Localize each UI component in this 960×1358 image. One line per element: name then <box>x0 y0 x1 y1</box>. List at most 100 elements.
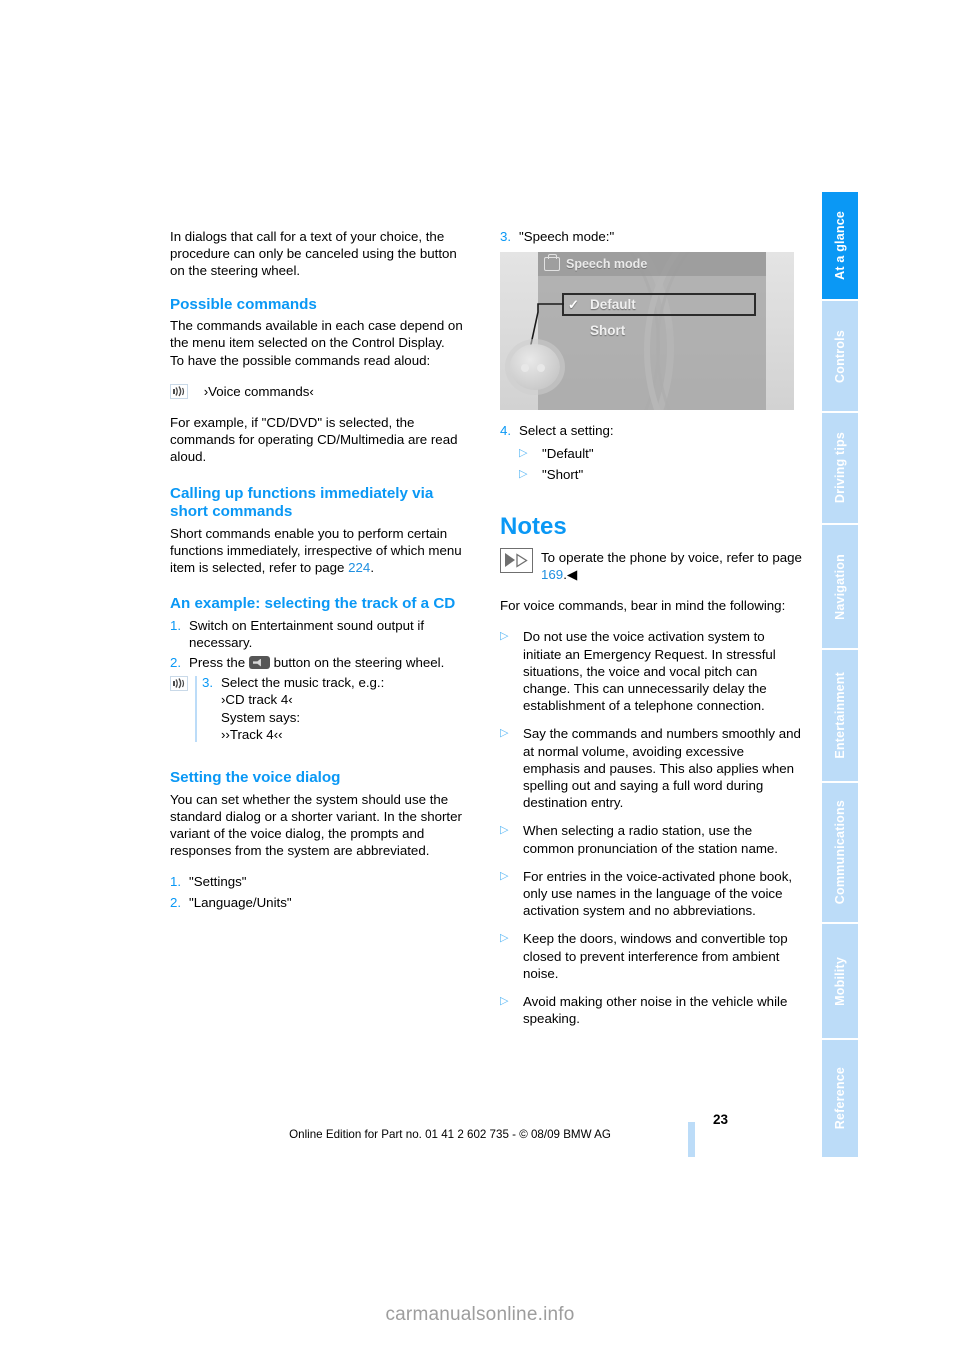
step-item-3-group: 3. Select the music track, e.g.: ›CD tra… <box>170 674 472 743</box>
sidebar-tab-mobility[interactable]: Mobility <box>822 924 858 1040</box>
watermark: carmanualsonline.info <box>385 1304 575 1325</box>
bullet-text: Avoid making other noise in the vehicle … <box>523 994 788 1027</box>
imprint-text: Online Edition for Part no. 01 41 2 602 … <box>289 1128 611 1141</box>
step4-options-list: ▷ "Default" ▷ "Short" <box>519 445 802 482</box>
footer-blue-rule <box>688 1122 695 1157</box>
list-item: ▷ "Default" <box>519 445 802 462</box>
list-item: ▷ When selecting a radio station, use th… <box>500 822 802 856</box>
sidebar-tab-label: Controls <box>832 329 847 383</box>
step-number: 4. <box>500 423 512 439</box>
triangle-bullet-icon: ▷ <box>500 630 509 643</box>
section-tabs-sidebar: At a glance Controls Driving tips Naviga… <box>822 192 858 1157</box>
step-number: 3. <box>500 229 512 244</box>
manual-page: At a glance Controls Driving tips Naviga… <box>0 0 960 1358</box>
step2-text-post: button on the steering wheel. <box>269 655 445 671</box>
list-item: ▷ Avoid making other noise in the vehicl… <box>500 993 802 1027</box>
step-item-4: 4. Select a setting: <box>500 422 802 439</box>
left-text-column: In dialogs that call for a text of your … <box>170 228 472 914</box>
page-number: 23 <box>712 1112 728 1127</box>
control-display-option-default[interactable]: ✓ Default <box>562 293 756 317</box>
sidebar-tab-at-a-glance[interactable]: At a glance <box>822 192 858 301</box>
sidebar-tab-label: Entertainment <box>832 672 847 759</box>
bullet-text: For entries in the voice-activated phone… <box>523 868 793 919</box>
bullet-text: Do not use the voice activation system t… <box>523 629 776 714</box>
sidebar-tab-label: Communications <box>832 800 847 905</box>
sidebar-tab-entertainment[interactable]: Entertainment <box>822 650 858 783</box>
heading-notes: Notes <box>500 512 567 540</box>
voice-command-text: ›Voice commands‹ <box>203 383 314 399</box>
step-number: 3. <box>202 675 214 691</box>
step-item-2: 2. "Language/Units" <box>170 894 472 911</box>
heading-short-commands: Calling up functions immediately via sho… <box>170 484 434 521</box>
bullet-text: Say the commands and numbers smoothly an… <box>523 726 801 811</box>
voice-command-icon <box>170 383 188 399</box>
step2-text-pre: Press the <box>189 655 249 671</box>
step3-blue-rule <box>195 676 197 743</box>
step-text: "Settings" <box>189 874 247 890</box>
step-number: 2. <box>170 655 182 671</box>
step3-content: 3. Select the music track, e.g.: ›CD tra… <box>202 674 472 743</box>
triangle-bullet-icon: ▷ <box>519 447 528 460</box>
heading-setting-voice-dialog: Setting the voice dialog <box>170 769 341 787</box>
triangle-bullet-icon: ▷ <box>519 467 528 480</box>
notes-bullet-list: ▷ Do not use the voice activation system… <box>500 628 802 1027</box>
page-reference-224[interactable]: 224 <box>348 560 370 575</box>
option-label: Default <box>590 297 636 313</box>
steering-wheel-voice-button-icon <box>248 656 270 670</box>
triangle-bullet-icon: ▷ <box>500 869 509 882</box>
right-steps-top: 3. "Speech mode:" <box>500 228 802 245</box>
sidebar-tab-label: Reference <box>832 1067 847 1130</box>
step-number: 2. <box>170 894 182 910</box>
short-commands-body: Short commands enable you to perform cer… <box>170 525 472 577</box>
list-item: ▷ "Short" <box>519 466 802 483</box>
sidebar-tab-label: Mobility <box>832 956 847 1006</box>
possible-commands-after: For example, if "CD/DVD" is selected, th… <box>170 414 458 465</box>
voice-dialog-steps-list: 1. "Settings" 2. "Language/Units" <box>170 873 472 910</box>
list-item: ▷ Keep the doors, windows and convertibl… <box>500 930 802 982</box>
list-item: ▷ For entries in the voice-activated pho… <box>500 868 802 920</box>
example-steps-list: 1. Switch on Entertainment sound output … <box>170 617 472 672</box>
note-text-pre: To operate the phone by voice, refer to … <box>541 549 802 565</box>
control-display-title: Speech mode <box>566 256 648 271</box>
sidebar-tab-label: Navigation <box>832 553 847 620</box>
possible-commands-body2: To have the possible commands read aloud… <box>170 352 431 368</box>
page-reference-169[interactable]: 169 <box>541 567 563 582</box>
step-item-1: 1. "Settings" <box>170 873 472 890</box>
triangle-bullet-icon: ▷ <box>500 824 509 837</box>
control-display-titlebar: Speech mode <box>538 252 766 277</box>
triangle-bullet-icon: ▷ <box>500 727 509 740</box>
option-label: Short <box>590 323 626 339</box>
short-commands-text-pre: Short commands enable you to perform cer… <box>170 525 462 575</box>
step-text: "Speech mode:" <box>519 229 615 244</box>
notes-intro: For voice commands, bear in mind the fol… <box>500 598 786 614</box>
control-display-illustration: Speech mode ✓ Default Short <box>500 252 794 411</box>
note-callout: To operate the phone by voice, refer to … <box>500 547 802 583</box>
note-text: To operate the phone by voice, refer to … <box>541 548 802 583</box>
option-label: "Short" <box>542 466 584 482</box>
sidebar-tab-communications[interactable]: Communications <box>822 783 858 924</box>
option-label: "Default" <box>542 446 594 462</box>
page-footer: 23 Online Edition for Part no. 01 41 2 6… <box>170 1112 730 1141</box>
sidebar-tab-navigation[interactable]: Navigation <box>822 525 858 650</box>
sidebar-tab-label: At a glance <box>832 211 847 280</box>
voice-button-knob <box>510 344 560 391</box>
control-display-option-short[interactable]: Short <box>590 320 625 341</box>
right-text-column: 3. "Speech mode:" Speech mode ✓ Default … <box>500 228 802 1038</box>
possible-commands-body: The commands available in each case depe… <box>170 318 463 351</box>
list-item: ▷ Do not use the voice activation system… <box>500 628 802 714</box>
intro-paragraph: In dialogs that call for a text of your … <box>170 229 457 279</box>
step3-command: ›CD track 4‹ <box>221 692 293 708</box>
sidebar-tab-controls[interactable]: Controls <box>822 301 858 413</box>
list-item: ▷ Say the commands and numbers smoothly … <box>500 725 802 811</box>
bullet-text: When selecting a radio station, use the … <box>523 823 779 856</box>
sidebar-tab-reference[interactable]: Reference <box>822 1040 858 1157</box>
step-number: 1. <box>170 617 182 633</box>
short-commands-text-post: . <box>370 559 375 575</box>
sidebar-tab-driving-tips[interactable]: Driving tips <box>822 413 858 525</box>
checkmark-icon: ✓ <box>568 297 579 313</box>
step-item-2: 2. Press the button on the steering whee… <box>170 654 472 671</box>
note-triangle-icon <box>500 547 533 573</box>
step-item-3: 3. "Speech mode:" <box>500 228 802 245</box>
step3-system-label: System says: <box>221 709 301 725</box>
speech-mode-icon <box>544 254 560 272</box>
